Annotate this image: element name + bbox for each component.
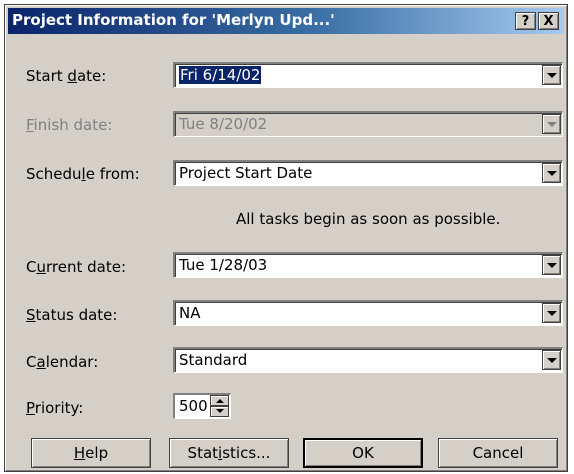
close-icon: X xyxy=(543,14,554,29)
calendar-dropdown-button[interactable] xyxy=(542,350,561,370)
spin-up-icon xyxy=(216,399,224,403)
chevron-down-icon xyxy=(547,311,557,316)
status-date-dropdown-button[interactable] xyxy=(542,303,561,323)
schedule-info-text: All tasks begin as soon as possible. xyxy=(236,210,501,228)
current-date-value[interactable]: Tue 1/28/03 xyxy=(179,256,267,274)
status-date-label: Status date: xyxy=(26,306,118,324)
start-date-label: Start date: xyxy=(26,67,107,85)
calendar-value[interactable]: Standard xyxy=(179,351,247,369)
current-date-dropdown[interactable]: Tue 1/28/03 xyxy=(173,252,563,278)
finish-date-label: Finish date: xyxy=(26,116,113,134)
chevron-down-icon xyxy=(547,73,557,78)
status-date-dropdown[interactable]: NA xyxy=(173,300,563,326)
help-title-button[interactable]: ? xyxy=(515,12,536,30)
close-button[interactable]: X xyxy=(538,12,559,30)
calendar-label: Calendar: xyxy=(26,353,99,371)
start-date-dropdown-button[interactable] xyxy=(542,65,561,85)
finish-date-value: Tue 8/20/02 xyxy=(179,115,268,133)
cancel-button[interactable]: Cancel xyxy=(438,438,558,468)
chevron-down-icon xyxy=(547,171,557,176)
spin-down-icon xyxy=(216,409,224,413)
question-icon: ? xyxy=(521,14,530,29)
start-date-dropdown[interactable]: Fri 6/14/02 xyxy=(173,62,563,88)
chevron-down-icon xyxy=(547,263,557,268)
chevron-down-icon xyxy=(547,358,557,363)
project-information-dialog: Project Information for 'Merlyn Upd...' … xyxy=(4,4,568,472)
priority-stepper[interactable]: 500 xyxy=(173,393,231,419)
spin-up-button[interactable] xyxy=(210,395,229,406)
current-date-dropdown-button[interactable] xyxy=(542,255,561,275)
statistics-button[interactable]: Statistics... xyxy=(169,438,289,468)
calendar-dropdown[interactable]: Standard xyxy=(173,347,563,373)
start-date-value[interactable]: Fri 6/14/02 xyxy=(179,66,262,84)
help-button[interactable]: Help xyxy=(31,438,151,468)
dialog-title: Project Information for 'Merlyn Upd...' xyxy=(12,11,335,29)
schedule-from-dropdown[interactable]: Project Start Date xyxy=(173,160,563,186)
schedule-from-dropdown-button[interactable] xyxy=(542,163,561,183)
priority-label: Priority: xyxy=(26,399,84,417)
chevron-down-icon xyxy=(547,122,557,127)
finish-date-dropdown-button xyxy=(542,114,561,134)
schedule-from-label: Schedule from: xyxy=(26,165,140,183)
spin-down-button[interactable] xyxy=(210,406,229,417)
priority-value[interactable]: 500 xyxy=(179,397,208,415)
schedule-from-value[interactable]: Project Start Date xyxy=(179,164,312,182)
ok-button[interactable]: OK xyxy=(303,438,423,468)
status-date-value[interactable]: NA xyxy=(179,304,200,322)
current-date-label: Current date: xyxy=(26,258,127,276)
finish-date-dropdown: Tue 8/20/02 xyxy=(173,111,563,137)
title-bar[interactable]: Project Information for 'Merlyn Upd...' … xyxy=(8,8,564,34)
